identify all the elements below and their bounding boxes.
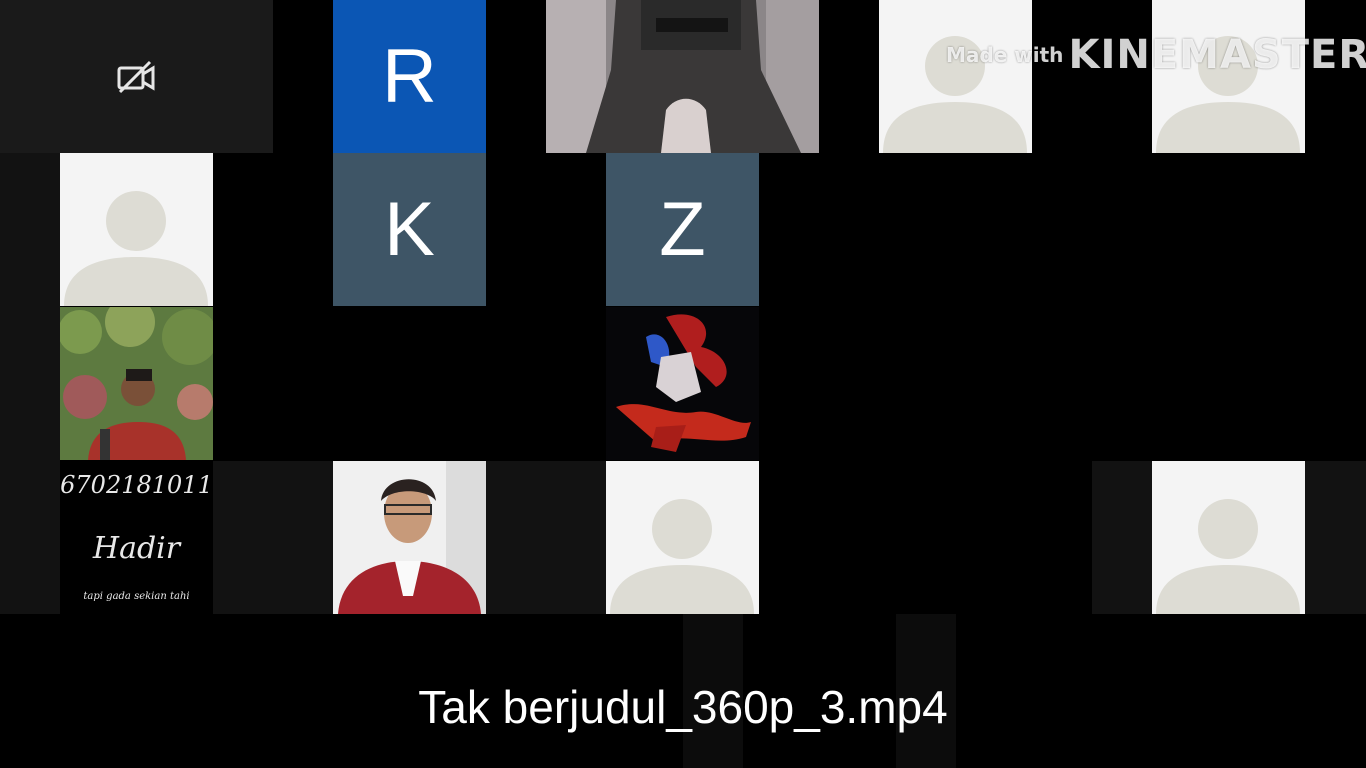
- kinemaster-watermark: Made with KINEMASTER: [946, 32, 1366, 78]
- participant-tile-video[interactable]: [546, 0, 819, 153]
- grid-gap: [486, 461, 606, 614]
- participant-tile-default-avatar[interactable]: [60, 153, 213, 306]
- participant-tile-camera-off[interactable]: [0, 0, 273, 153]
- participant-photo: [60, 307, 213, 460]
- grid-gap: [213, 461, 333, 614]
- participant-tile-initial-z[interactable]: Z: [606, 153, 759, 306]
- participant-tile-black[interactable]: [273, 307, 546, 460]
- participant-tile-photo[interactable]: [60, 307, 213, 460]
- note-number: 6702181011: [60, 471, 213, 499]
- grid-gap: [0, 153, 60, 614]
- video-off-icon: [117, 60, 155, 94]
- participant-tile-initial-k[interactable]: K: [333, 153, 486, 306]
- masked-figure-video: [546, 0, 819, 153]
- participant-tile-initial-r[interactable]: R: [333, 0, 486, 153]
- participant-tile-default-avatar[interactable]: [1152, 461, 1305, 614]
- note-footnote: tapi gada sekian tahi: [83, 591, 190, 602]
- participant-initial: K: [384, 187, 435, 272]
- default-avatar-icon: [1156, 499, 1300, 614]
- default-avatar-icon: [610, 499, 754, 614]
- participant-tile-default-avatar[interactable]: [606, 461, 759, 614]
- grid-gap: [1092, 461, 1152, 614]
- participant-tile-artwork[interactable]: [606, 307, 759, 460]
- participant-tile-photo[interactable]: [333, 461, 486, 614]
- video-file-caption: Tak berjudul_360p_3.mp4: [418, 681, 948, 733]
- participant-initial: Z: [659, 187, 706, 272]
- participant-initial: R: [382, 34, 437, 119]
- participant-tile-note[interactable]: 6702181011 Hadir tapi gada sekian tahi: [60, 461, 213, 614]
- default-avatar-icon: [64, 191, 208, 306]
- grid-gap: [1305, 461, 1366, 614]
- participant-artwork: [606, 307, 759, 460]
- participant-photo: [333, 461, 486, 614]
- note-status: Hadir: [92, 531, 181, 566]
